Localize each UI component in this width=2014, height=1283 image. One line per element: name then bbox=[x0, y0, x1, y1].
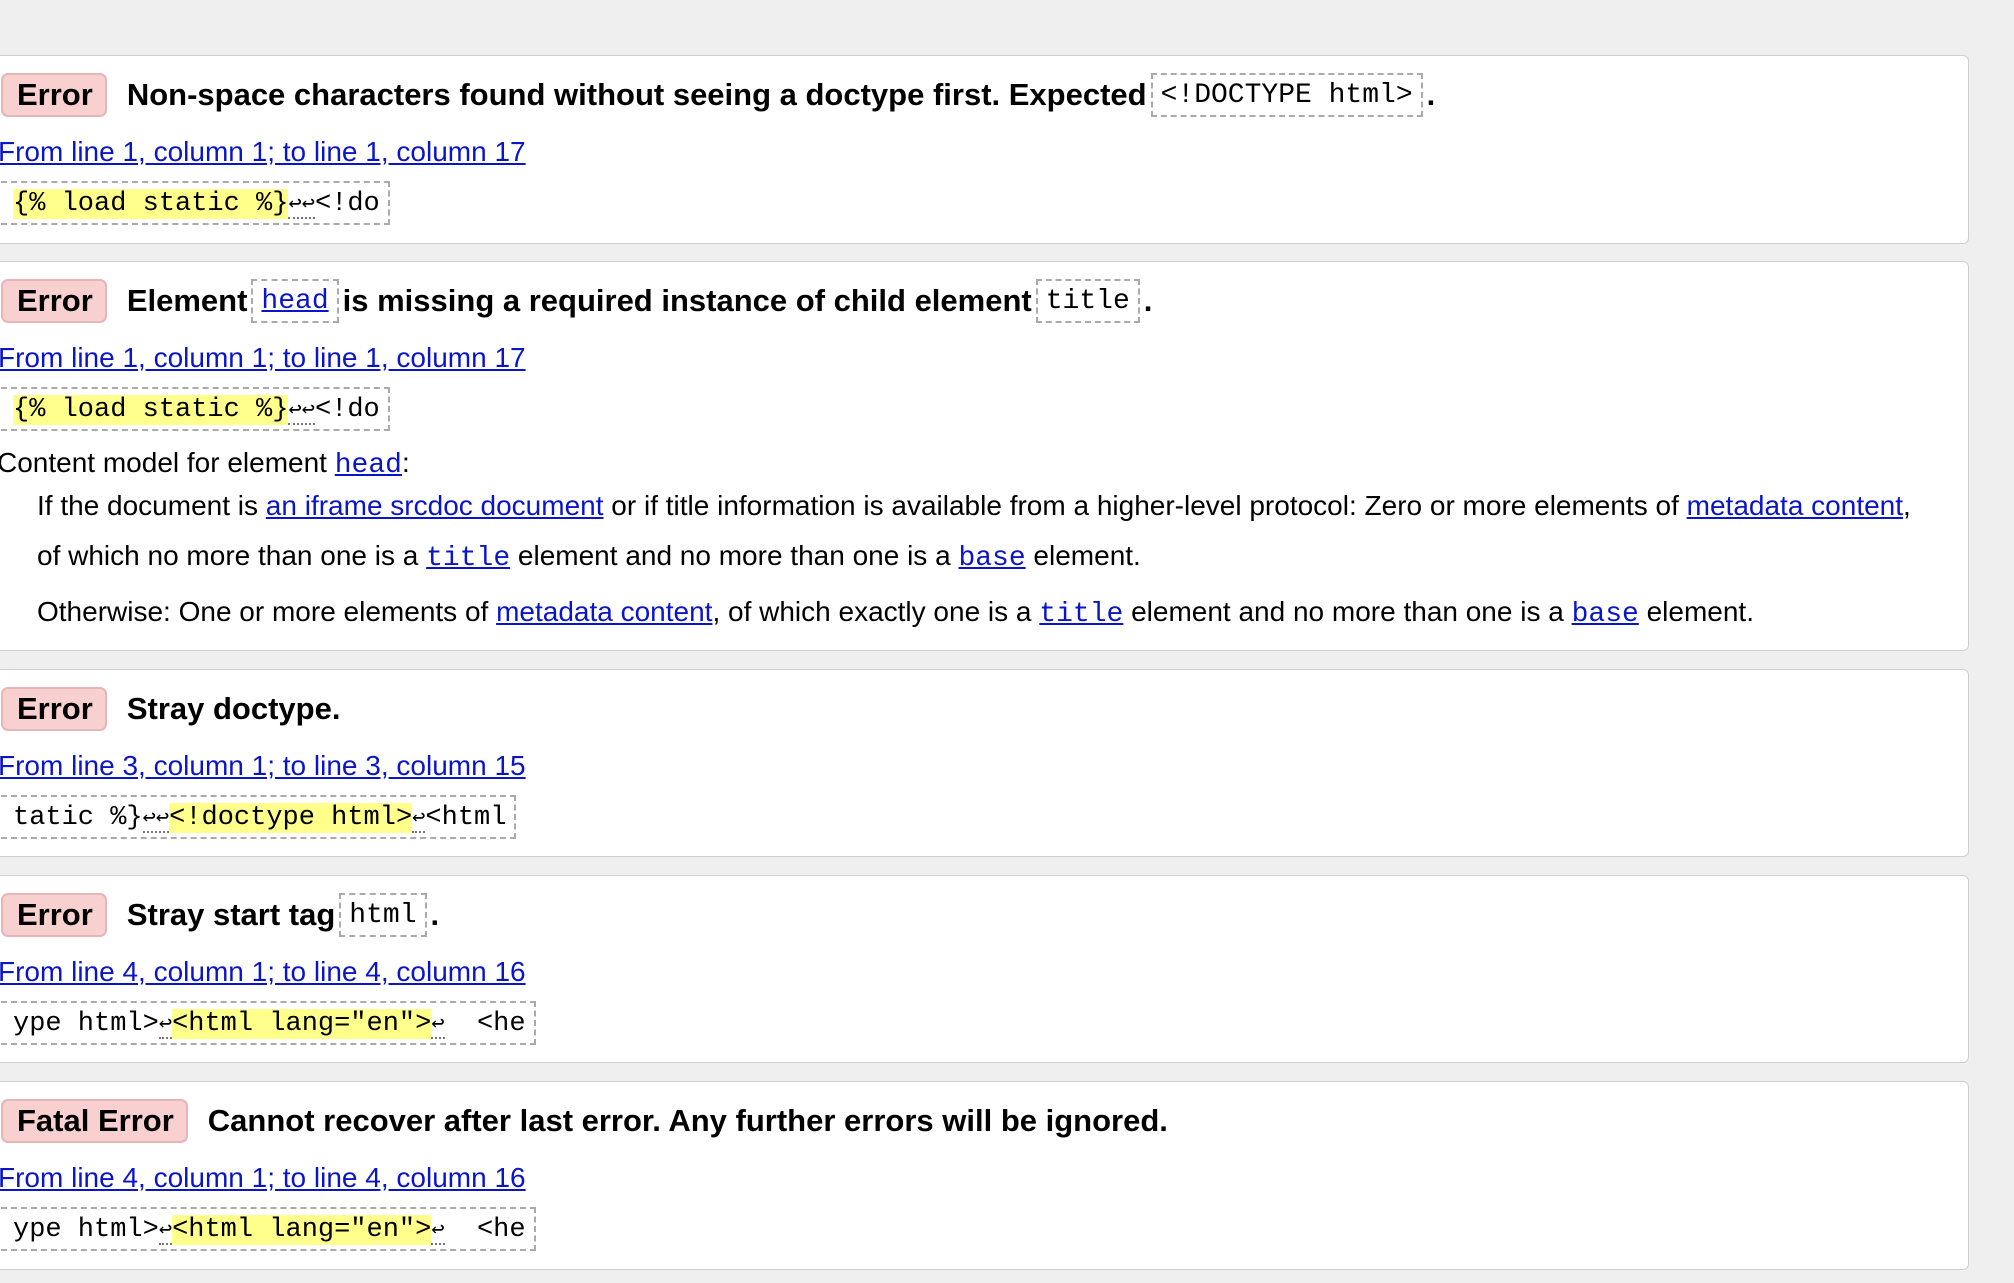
code-literal: <!DOCTYPE html> bbox=[1150, 73, 1423, 117]
metadata-content-link[interactable]: metadata content bbox=[496, 596, 712, 627]
extract-lead: ype html> bbox=[13, 1215, 159, 1245]
content-model-line-3: Otherwise: One or more elements of metad… bbox=[37, 596, 1754, 630]
message-card: Error Element head is missing a required… bbox=[0, 261, 1969, 651]
code-literal: title bbox=[1035, 279, 1140, 323]
extract-tail: <html bbox=[425, 803, 507, 833]
return-marks: ↩ bbox=[412, 806, 426, 833]
base-element-link[interactable]: base bbox=[1572, 599, 1639, 630]
extract-lead: ype html> bbox=[13, 1009, 159, 1039]
error-badge: Error bbox=[1, 687, 107, 731]
return-marks: ↩ bbox=[431, 1012, 445, 1039]
message-title: Fatal Error Cannot recover after last er… bbox=[1, 1098, 1168, 1144]
iframe-srcdoc-link[interactable]: an iframe srcdoc document bbox=[266, 490, 604, 521]
highlighted-code: <html lang="en"> bbox=[172, 1215, 432, 1245]
highlighted-code: {% load static %} bbox=[13, 189, 289, 219]
location-link[interactable]: From line 4, column 1; to line 4, column… bbox=[0, 956, 526, 988]
return-marks: ↩↩ bbox=[288, 192, 315, 219]
code-literal: html bbox=[339, 893, 427, 937]
message-title: Error Stray doctype. bbox=[1, 686, 340, 732]
return-marks: ↩ bbox=[158, 1218, 173, 1245]
source-extract: ype html>↩<html lang="en">↩ <he bbox=[1, 1001, 536, 1045]
location-link[interactable]: From line 3, column 1; to line 3, column… bbox=[0, 750, 526, 782]
message-text: is missing a required instance of child … bbox=[342, 283, 1032, 318]
extract-lead: tatic %} bbox=[13, 803, 143, 833]
message-card: Error Stray start tag html . From line 4… bbox=[0, 875, 1969, 1063]
location-link[interactable]: From line 1, column 1; to line 1, column… bbox=[0, 136, 526, 168]
source-extract: {% load static %}↩↩<!do bbox=[1, 387, 390, 431]
message-title: Error Stray start tag html . bbox=[1, 892, 439, 938]
location-link[interactable]: From line 1, column 1; to line 1, column… bbox=[0, 342, 526, 374]
source-extract: ype html>↩<html lang="en">↩ <he bbox=[1, 1207, 536, 1251]
title-element-link[interactable]: title bbox=[426, 543, 510, 574]
content-model-label: Content model for element head: bbox=[0, 447, 410, 481]
message-text: Element bbox=[126, 283, 248, 318]
return-marks: ↩ bbox=[158, 1012, 173, 1039]
extract-tail: <!do bbox=[314, 395, 380, 425]
message-text: Stray doctype. bbox=[126, 691, 341, 726]
highlighted-code: {% load static %} bbox=[13, 395, 289, 425]
extract-tail: <!do bbox=[314, 189, 380, 219]
return-marks: ↩↩ bbox=[142, 806, 170, 833]
metadata-content-link[interactable]: metadata content bbox=[1687, 490, 1903, 521]
error-badge: Error bbox=[1, 893, 107, 937]
location-link[interactable]: From line 4, column 1; to line 4, column… bbox=[0, 1162, 526, 1194]
title-element-link[interactable]: title bbox=[1039, 599, 1123, 630]
message-text: Cannot recover after last error. Any fur… bbox=[207, 1103, 1168, 1138]
source-extract: tatic %}↩↩<!doctype html>↩<html bbox=[1, 795, 517, 839]
return-marks: ↩↩ bbox=[288, 398, 315, 425]
extract-tail: <he bbox=[444, 1215, 526, 1245]
head-element-link[interactable]: head bbox=[335, 450, 402, 481]
message-title: Error Element head is missing a required… bbox=[1, 278, 1152, 324]
message-punct: . bbox=[430, 897, 440, 932]
error-badge: Error bbox=[1, 279, 107, 323]
error-badge: Error bbox=[1, 73, 107, 117]
message-card: Error Stray doctype. From line 3, column… bbox=[0, 669, 1969, 857]
head-link[interactable]: head bbox=[261, 286, 328, 317]
message-punct: . bbox=[1143, 283, 1153, 318]
fatal-error-badge: Fatal Error bbox=[1, 1099, 188, 1143]
message-card: Fatal Error Cannot recover after last er… bbox=[0, 1081, 1969, 1270]
highlighted-code: <!doctype html> bbox=[169, 803, 413, 833]
code-literal: head bbox=[251, 279, 339, 323]
extract-tail: <he bbox=[444, 1009, 526, 1039]
message-text: Stray start tag bbox=[126, 897, 336, 932]
content-model-line-1: If the document is an iframe srcdoc docu… bbox=[37, 490, 1911, 521]
message-title: Error Non-space characters found without… bbox=[1, 72, 1435, 118]
return-marks: ↩ bbox=[431, 1218, 445, 1245]
base-element-link[interactable]: base bbox=[958, 543, 1025, 574]
message-punct: . bbox=[1426, 77, 1436, 112]
highlighted-code: <html lang="en"> bbox=[172, 1009, 432, 1039]
message-card: Error Non-space characters found without… bbox=[0, 55, 1969, 244]
source-extract: {% load static %}↩↩<!do bbox=[1, 181, 390, 225]
message-text: Non-space characters found without seein… bbox=[126, 77, 1147, 112]
content-model-line-2: of which no more than one is a title ele… bbox=[37, 540, 1141, 574]
